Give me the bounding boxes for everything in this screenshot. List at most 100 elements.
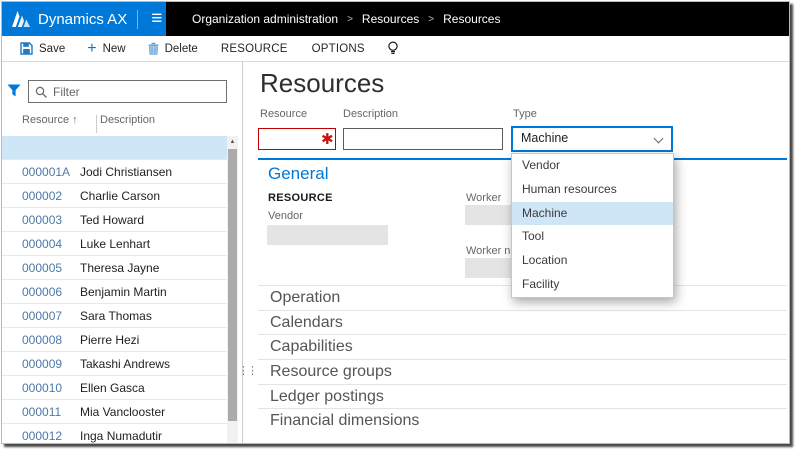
- resource-link[interactable]: 000012: [2, 429, 80, 443]
- type-combobox[interactable]: Machine: [511, 126, 673, 152]
- delete-button[interactable]: Delete: [137, 36, 209, 61]
- breadcrumb-separator: >: [428, 13, 435, 25]
- brand-name: Dynamics AX: [38, 10, 128, 28]
- resource-link[interactable]: 000005: [2, 261, 80, 275]
- fasttab-sections: Operation Calendars Capabilities Resource g…: [258, 285, 787, 434]
- page-title: Resources: [260, 68, 385, 98]
- worker-label: Worker: [466, 192, 502, 204]
- section-ledger-postings[interactable]: Ledger postings: [258, 383, 787, 409]
- resource-link[interactable]: 000009: [2, 357, 80, 371]
- section-label: Ledger postings: [270, 387, 384, 405]
- breadcrumb-separator: >: [347, 13, 353, 25]
- table-row[interactable]: 000009 Takashi Andrews: [2, 352, 227, 376]
- scroll-up-icon[interactable]: ▲: [227, 136, 238, 148]
- new-button[interactable]: + New: [76, 36, 136, 61]
- resource-grid: 000001A Jodi Christiansen 000002 Charlie Ca…: [2, 136, 227, 443]
- resource-link[interactable]: 000008: [2, 333, 80, 347]
- resource-link[interactable]: 000010: [2, 381, 80, 395]
- section-financial-dimensions[interactable]: Financial dimensions: [258, 408, 787, 434]
- type-option[interactable]: Tool: [512, 225, 673, 249]
- table-row[interactable]: 000005 Theresa Jayne: [2, 256, 227, 280]
- table-row[interactable]: 000003 Ted Howard: [2, 208, 227, 232]
- vendor-label: Vendor: [268, 210, 303, 222]
- resource-field-label: Resource: [260, 108, 308, 120]
- table-row[interactable]: 000002 Charlie Carson: [2, 184, 227, 208]
- type-selected-value: Machine: [521, 131, 569, 145]
- app-window: Dynamics AX ≡ Organization administratio…: [1, 1, 790, 444]
- table-row[interactable]: 000012 Inga Numadutir: [2, 424, 227, 443]
- column-header-description[interactable]: Description: [100, 114, 155, 126]
- resource-description: Inga Numadutir: [80, 428, 163, 443]
- table-row[interactable]: 000011 Mia Vanclooster: [2, 400, 227, 424]
- save-button[interactable]: Save: [9, 36, 76, 61]
- resource-description: Ted Howard: [80, 212, 145, 227]
- breadcrumb-item[interactable]: Organization administration: [192, 12, 338, 26]
- section-calendars[interactable]: Calendars: [258, 309, 787, 335]
- required-asterisk: ✱: [321, 131, 334, 148]
- description-input[interactable]: [343, 128, 503, 150]
- section-label: Financial dimensions: [270, 412, 420, 430]
- resource-link[interactable]: 000006: [2, 285, 80, 299]
- type-option[interactable]: Facility: [512, 273, 673, 297]
- resource-description: Pierre Hezi: [80, 332, 140, 347]
- filter-input[interactable]: [29, 81, 226, 102]
- type-field-label: Type: [513, 108, 537, 120]
- table-row[interactable]: 000008 Pierre Hezi: [2, 328, 227, 352]
- resource-link[interactable]: 000001A: [2, 165, 80, 179]
- section-resource-groups[interactable]: Resource groups: [258, 359, 787, 384]
- filter-field: [28, 80, 227, 103]
- resource-link[interactable]: 000003: [2, 213, 80, 227]
- column-divider: [96, 115, 97, 133]
- section-general[interactable]: General: [268, 164, 328, 184]
- type-dropdown-list: Vendor Human resources Machine Tool Location…: [511, 153, 674, 298]
- grid-scrollbar[interactable]: ▲: [227, 136, 238, 443]
- resource-description: Ellen Gasca: [80, 380, 145, 395]
- table-row[interactable]: 000004 Luke Lenhart: [2, 232, 227, 256]
- resource-menu[interactable]: RESOURCE: [209, 36, 300, 61]
- column-header-resource[interactable]: Resource ↑: [22, 114, 78, 126]
- filter-funnel-icon[interactable]: [7, 84, 21, 97]
- options-menu[interactable]: OPTIONS: [300, 36, 377, 61]
- chevron-down-icon: [653, 133, 664, 144]
- scrollbar-thumb[interactable]: [228, 149, 237, 421]
- hamburger-menu-icon[interactable]: ≡: [138, 2, 162, 36]
- section-label: Resource groups: [270, 362, 392, 380]
- panel-splitter-handle[interactable]: ⋮⋮: [238, 366, 258, 377]
- resource-description: Charlie Carson: [80, 188, 161, 203]
- type-option[interactable]: Human resources: [512, 178, 673, 202]
- section-label: Calendars: [270, 313, 343, 331]
- resource-description: Sara Thomas: [80, 308, 152, 323]
- dynamics-logo-icon: [12, 10, 30, 27]
- app-brand-area[interactable]: Dynamics AX ≡: [2, 2, 166, 36]
- resource-link[interactable]: 000011: [2, 405, 80, 419]
- breadcrumb-item[interactable]: Resources: [362, 12, 419, 26]
- plus-icon: +: [87, 39, 97, 57]
- resource-description: Benjamin Martin: [80, 284, 167, 299]
- table-row[interactable]: 000007 Sara Thomas: [2, 304, 227, 328]
- type-option[interactable]: Machine: [512, 201, 673, 226]
- vendor-input[interactable]: [267, 225, 388, 245]
- resource-link[interactable]: 000004: [2, 237, 80, 251]
- action-toolbar: Save + New Delete RESOURCE OPTIONS: [2, 36, 789, 62]
- table-row[interactable]: [2, 136, 227, 160]
- table-row[interactable]: 000006 Benjamin Martin: [2, 280, 227, 304]
- lightbulb-icon: [388, 41, 398, 54]
- table-row[interactable]: 000001A Jodi Christiansen: [2, 160, 227, 184]
- resource-description: Mia Vanclooster: [80, 404, 166, 419]
- resource-link[interactable]: 000002: [2, 189, 80, 203]
- delete-label: Delete: [164, 42, 198, 55]
- save-icon: [20, 42, 33, 55]
- type-option[interactable]: Vendor: [512, 154, 673, 178]
- resource-group-header: RESOURCE: [268, 192, 333, 204]
- breadcrumb: Organization administration > Resources > Re…: [166, 2, 500, 36]
- task-guide-button[interactable]: [377, 36, 409, 61]
- resource-link[interactable]: 000007: [2, 309, 80, 323]
- type-option[interactable]: Location: [512, 249, 673, 273]
- description-field-label: Description: [343, 108, 399, 120]
- table-row[interactable]: 000010 Ellen Gasca: [2, 376, 227, 400]
- section-label: Operation: [270, 288, 341, 306]
- panel-divider: [242, 62, 243, 443]
- section-capabilities[interactable]: Capabilities: [258, 334, 787, 360]
- new-label: New: [102, 42, 126, 55]
- breadcrumb-item[interactable]: Resources: [443, 12, 500, 26]
